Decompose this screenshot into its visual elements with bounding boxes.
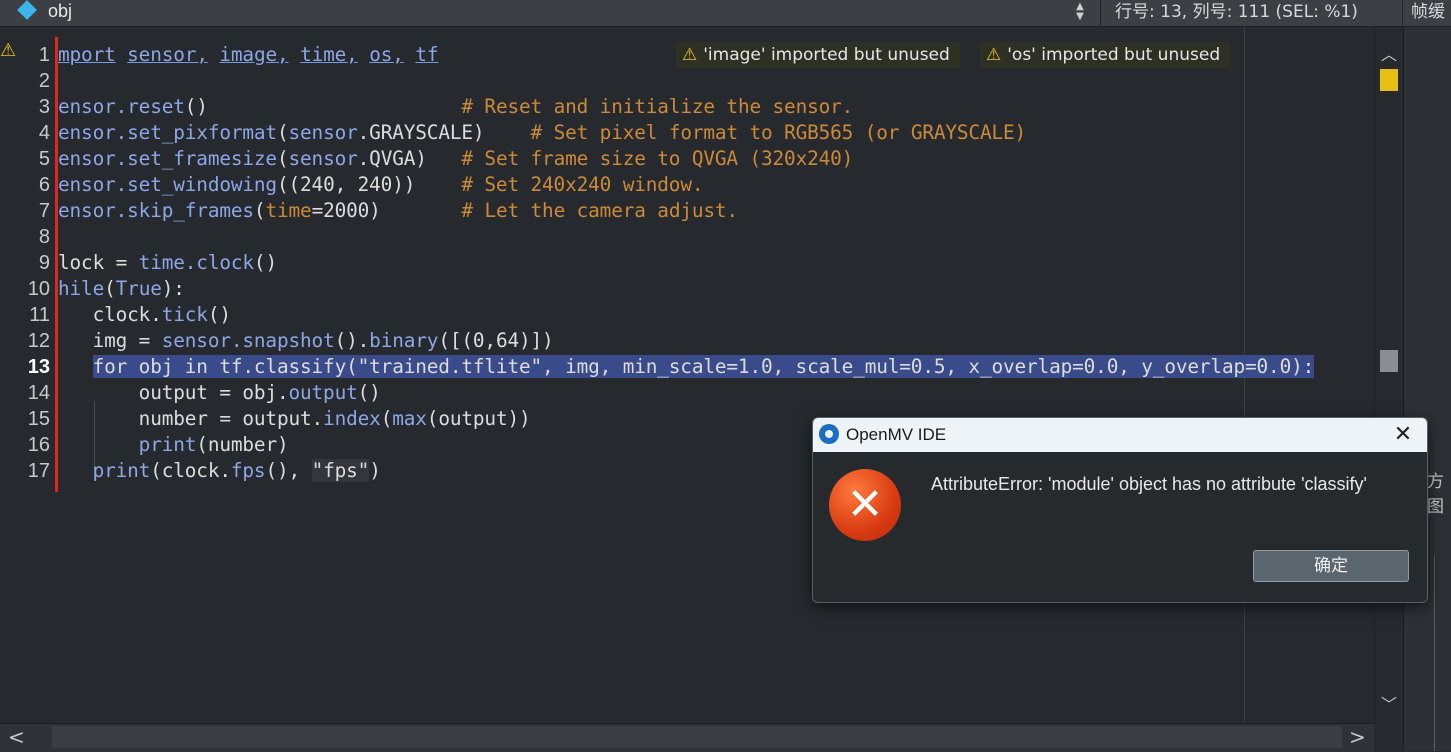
line-number: 14 bbox=[27, 382, 50, 404]
line-number: 11 bbox=[29, 304, 50, 326]
code-line[interactable]: 9 lock = time.clock() bbox=[0, 250, 1374, 276]
line-number: 8 bbox=[38, 226, 50, 248]
vertical-scrollbar[interactable]: ︿ ﹀ bbox=[1374, 27, 1403, 724]
line-number: 9 bbox=[38, 252, 50, 274]
code-text: hile(True): bbox=[58, 277, 185, 300]
side-panel bbox=[1403, 27, 1451, 751]
error-icon: ✕ bbox=[829, 469, 901, 541]
error-dialog: OpenMV IDE ✕ ✕ AttributeError: 'module' … bbox=[812, 417, 1428, 603]
code-text: ensor.set_pixformat(sensor.GRAYSCALE) # … bbox=[58, 121, 1027, 144]
code-line-current[interactable]: 13 for obj in tf.classify("trained.tflit… bbox=[0, 354, 1374, 380]
code-line[interactable]: 14 output = obj.output() bbox=[0, 380, 1374, 406]
code-text-selected: for obj in tf.classify("trained.tflite",… bbox=[92, 355, 1315, 378]
warning-icon: ⚠ bbox=[682, 45, 698, 65]
code-line[interactable]: 1 mport sensor, image, time, os, tf ⚠'im… bbox=[0, 42, 1374, 68]
unused-import-warning: ⚠'image' imported but unused bbox=[676, 42, 960, 68]
line-number: 1 bbox=[38, 44, 50, 66]
scroll-thumb[interactable] bbox=[52, 726, 1342, 748]
code-line[interactable]: 3 ensor.reset() # Reset and initialize t… bbox=[0, 94, 1374, 120]
line-number: 13 bbox=[27, 356, 50, 378]
line-number: 5 bbox=[38, 148, 50, 170]
code-text: clock.tick() bbox=[58, 303, 231, 326]
code-line[interactable]: 8 bbox=[0, 224, 1374, 250]
scroll-right-icon[interactable]: > bbox=[1349, 724, 1366, 750]
code-line[interactable]: 6 ensor.set_windowing((240, 240)) # Set … bbox=[0, 172, 1374, 198]
code-line[interactable]: 4 ensor.set_pixformat(sensor.GRAYSCALE) … bbox=[0, 120, 1374, 146]
code-text: print(clock.fps(), "fps") bbox=[92, 459, 381, 482]
error-message: AttributeError: 'module' object has no a… bbox=[931, 474, 1367, 494]
warning-scroll-marker[interactable] bbox=[1380, 69, 1398, 91]
unused-import-warning: ⚠'os' imported but unused bbox=[980, 42, 1231, 68]
code-text: ensor.reset() # Reset and initialize the… bbox=[58, 95, 854, 118]
code-editor[interactable]: ⚠ 1 mport sensor, image, time, os, tf ⚠ '… bbox=[0, 27, 1374, 724]
line-number: 17 bbox=[27, 460, 50, 482]
code-line[interactable]: 7 ensor.skip_frames(time=2000) # Let the… bbox=[0, 198, 1374, 224]
line-number: 7 bbox=[38, 200, 50, 222]
cursor-position-status: 行号: 13, 列号: 111 (SEL: %1) bbox=[1115, 2, 1358, 22]
close-icon[interactable]: ✕ bbox=[1387, 418, 1419, 452]
line-number: 15 bbox=[27, 408, 50, 430]
separator bbox=[1402, 0, 1403, 26]
python-file-icon bbox=[17, 0, 37, 20]
warning-icon: ⚠ bbox=[986, 45, 1002, 65]
code-text: lock = time.clock() bbox=[58, 251, 277, 274]
code-text: ensor.set_windowing((240, 240)) # Set 24… bbox=[58, 173, 704, 196]
code-text: ensor.skip_frames(time=2000) # Let the c… bbox=[58, 199, 738, 222]
line-number: 2 bbox=[38, 70, 50, 92]
code-text: print(number) bbox=[138, 433, 289, 456]
code-text: mport sensor, image, time, os, tf bbox=[58, 43, 439, 66]
line-number: 4 bbox=[38, 122, 50, 144]
scroll-down-icon[interactable]: ﹀ bbox=[1375, 691, 1403, 715]
separator bbox=[1100, 0, 1101, 26]
code-line[interactable]: 2 bbox=[0, 68, 1374, 94]
code-text: number = output.index(max(output)) bbox=[58, 407, 531, 430]
dialog-title-bar[interactable]: OpenMV IDE ✕ bbox=[813, 418, 1427, 452]
openmv-logo-icon bbox=[819, 424, 839, 444]
dialog-title: OpenMV IDE bbox=[846, 425, 947, 444]
file-switch-arrows-icon[interactable]: ▲ ▼ bbox=[1073, 2, 1087, 22]
code-text: output = obj.output() bbox=[58, 381, 381, 404]
code-line[interactable]: 11 clock.tick() bbox=[0, 302, 1374, 328]
code-text: ensor.set_framesize(sensor.QVGA) # Set f… bbox=[58, 147, 854, 170]
horizontal-scrollbar[interactable]: < > bbox=[0, 723, 1374, 752]
code-text: img = sensor.snapshot().binary([(0,64)]) bbox=[58, 329, 554, 352]
code-line[interactable]: 5 ensor.set_framesize(sensor.QVGA) # Set… bbox=[0, 146, 1374, 172]
panel-divider bbox=[1434, 555, 1435, 751]
line-number: 16 bbox=[27, 434, 50, 456]
histogram-label: 方图 bbox=[1427, 472, 1444, 517]
code-line[interactable]: 12 img = sensor.snapshot().binary([(0,64… bbox=[0, 328, 1374, 354]
scroll-left-icon[interactable]: < bbox=[8, 724, 25, 750]
ok-button[interactable]: 确定 bbox=[1253, 550, 1409, 582]
scroll-thumb[interactable] bbox=[1380, 350, 1398, 372]
line-number: 6 bbox=[38, 174, 50, 196]
frame-buffer-label: 帧缓 bbox=[1411, 2, 1445, 22]
line-number: 3 bbox=[38, 96, 50, 118]
line-number: 10 bbox=[27, 278, 50, 300]
scroll-up-icon[interactable]: ︿ bbox=[1375, 41, 1403, 65]
editor-tab-bar: obj ▲ ▼ 行号: 13, 列号: 111 (SEL: %1) 帧缓 bbox=[0, 0, 1451, 27]
file-name-dropdown[interactable]: obj bbox=[48, 0, 72, 22]
code-line[interactable]: 10 hile(True): bbox=[0, 276, 1374, 302]
line-number: 12 bbox=[27, 330, 50, 352]
